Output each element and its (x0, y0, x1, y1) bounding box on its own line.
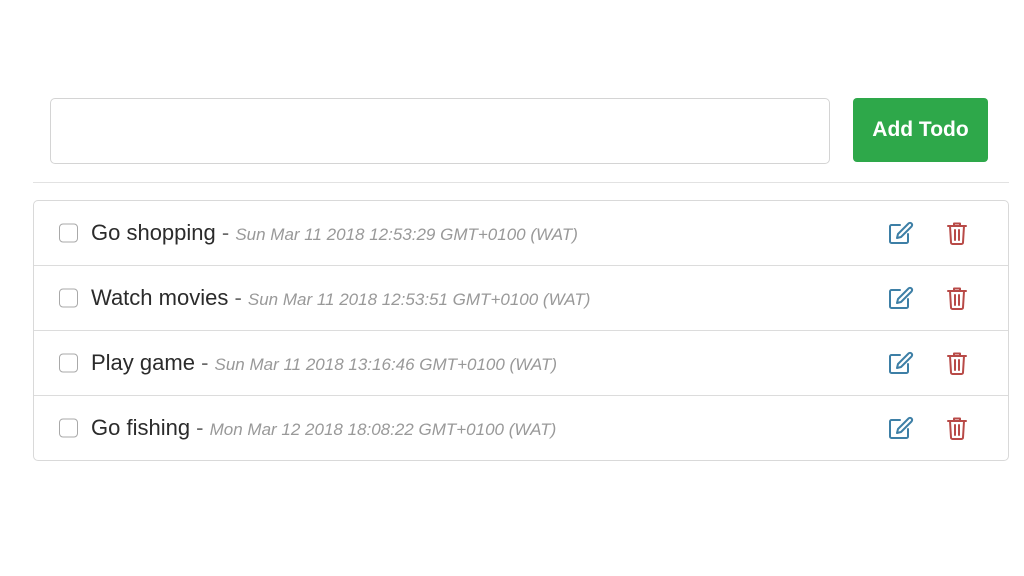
todo-item: Go fishing - Mon Mar 12 2018 18:08:22 GM… (34, 396, 1008, 460)
todo-title: Go fishing (91, 415, 191, 440)
todo-title: Go shopping (91, 220, 216, 245)
todo-title: Watch movies (91, 285, 229, 310)
todo-checkbox[interactable] (59, 288, 78, 308)
todo-input[interactable] (50, 98, 830, 164)
add-todo-button[interactable]: Add Todo (853, 98, 988, 162)
todo-date: Sun Mar 11 2018 12:53:51 GMT+0100 (WAT) (247, 290, 591, 309)
todo-text: Watch movies - Sun Mar 11 2018 12:53:51 … (91, 285, 590, 311)
todo-separator: - (194, 350, 215, 375)
trash-icon[interactable] (943, 414, 971, 442)
todo-app: Add Todo Go shopping - Sun Mar 11 2018 1… (0, 0, 1024, 576)
todo-separator: - (228, 285, 248, 310)
todo-date: Sun Mar 11 2018 12:53:29 GMT+0100 (WAT) (235, 225, 578, 244)
todo-text: Go fishing - Mon Mar 12 2018 18:08:22 GM… (91, 415, 556, 441)
todo-item: Go shopping - Sun Mar 11 2018 12:53:29 G… (34, 201, 1008, 266)
trash-icon[interactable] (943, 219, 971, 247)
edit-icon[interactable] (887, 219, 915, 247)
trash-icon[interactable] (943, 284, 971, 312)
todo-checkbox[interactable] (59, 353, 78, 373)
todo-separator: - (215, 220, 236, 245)
todo-separator: - (190, 415, 210, 440)
edit-icon[interactable] (887, 284, 915, 312)
todo-checkbox[interactable] (59, 418, 78, 438)
todo-item: Watch movies - Sun Mar 11 2018 12:53:51 … (34, 266, 1008, 331)
add-todo-form: Add Todo (50, 98, 988, 164)
todo-title: Play game (91, 350, 195, 375)
todo-date: Sun Mar 11 2018 13:16:46 GMT+0100 (WAT) (214, 355, 558, 374)
todo-checkbox[interactable] (59, 223, 78, 243)
todo-item: Play game - Sun Mar 11 2018 13:16:46 GMT… (34, 331, 1008, 396)
trash-icon[interactable] (943, 349, 971, 377)
divider (33, 182, 1009, 183)
edit-icon[interactable] (887, 349, 915, 377)
todo-text: Go shopping - Sun Mar 11 2018 12:53:29 G… (91, 220, 578, 246)
todo-date: Mon Mar 12 2018 18:08:22 GMT+0100 (WAT) (209, 420, 557, 439)
edit-icon[interactable] (887, 414, 915, 442)
todo-text: Play game - Sun Mar 11 2018 13:16:46 GMT… (91, 350, 557, 376)
todo-list: Go shopping - Sun Mar 11 2018 12:53:29 G… (33, 200, 1009, 461)
